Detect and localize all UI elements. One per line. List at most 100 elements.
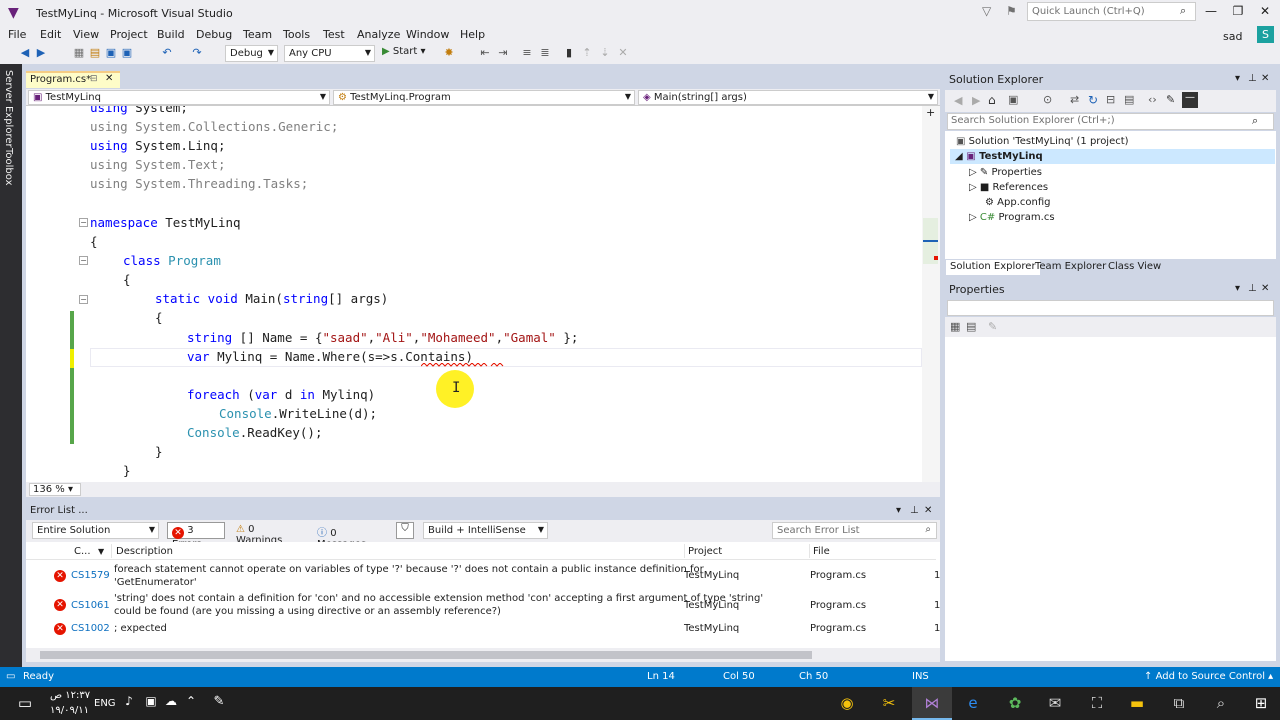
wrench-icon[interactable]: ✎ xyxy=(1166,93,1175,106)
quick-launch-input[interactable]: Quick Launch (Ctrl+Q) xyxy=(1027,2,1196,21)
search-icon[interactable]: ⌕ xyxy=(1252,114,1258,128)
outdent-icon[interactable]: ⇥ xyxy=(496,46,510,59)
forward-icon[interactable]: ▶ xyxy=(972,94,980,107)
save-icon[interactable]: ▣ xyxy=(104,46,118,59)
server-explorer-tab[interactable]: Server Explorer xyxy=(3,70,14,148)
platform-dropdown[interactable]: Any CPU ▼ xyxy=(284,45,375,62)
chevron-down-icon[interactable]: ▾ xyxy=(896,505,901,516)
forward-icon[interactable]: ▶ xyxy=(34,46,48,59)
show-hidden-icons-icon[interactable]: ⌃ xyxy=(180,694,202,708)
wrench-icon[interactable]: ✎ xyxy=(988,320,997,333)
comment-icon[interactable]: ≡ xyxy=(520,46,534,59)
file-explorer-icon[interactable]: ▬ xyxy=(1126,694,1148,712)
tree-item-properties[interactable]: ▷ ✎ Properties xyxy=(969,167,1042,178)
table-row[interactable]: ✕ CS1579 foreach statement cannot operat… xyxy=(26,563,940,589)
tree-item-references[interactable]: ▷ ■ References xyxy=(969,182,1048,193)
menu-project[interactable]: Project xyxy=(110,28,148,41)
search-icon[interactable]: ⌕ xyxy=(1180,4,1186,18)
table-row[interactable]: ✕ CS1002 ; expected TestMyLinq Program.c… xyxy=(26,620,940,638)
notification-center-icon[interactable]: ▭ xyxy=(14,694,36,712)
column-description[interactable]: Description xyxy=(116,546,173,557)
sync-icon[interactable]: ⇄ xyxy=(1070,93,1079,106)
menu-analyze[interactable]: Analyze xyxy=(357,28,400,41)
menu-file[interactable]: File xyxy=(8,28,26,41)
errors-filter-button[interactable]: ✕ 3 Errors xyxy=(167,522,225,550)
new-project-icon[interactable]: ▦ xyxy=(72,46,86,59)
preview-icon[interactable]: — xyxy=(1182,92,1198,108)
tab-solution-explorer[interactable]: Solution Explorer xyxy=(946,260,1040,275)
close-icon[interactable]: ✕ xyxy=(105,73,113,84)
user-name[interactable]: sad xyxy=(1223,30,1242,43)
tab-program-cs[interactable]: Program.cs* ⊟ ✕ xyxy=(26,71,120,88)
build-source-dropdown[interactable]: Build + IntelliSense ▼ xyxy=(423,522,548,539)
redo-icon[interactable]: ↷ xyxy=(190,46,204,59)
error-scope-dropdown[interactable]: Entire Solution ▼ xyxy=(32,522,159,539)
split-icon[interactable]: + xyxy=(926,106,935,119)
toolbox-tab[interactable]: Toolbox xyxy=(3,148,14,186)
error-code-link[interactable]: CS1002 xyxy=(71,623,110,634)
browser-link-icon[interactable]: ✸ xyxy=(442,46,456,59)
pin-icon[interactable]: ⊥ xyxy=(1248,73,1257,84)
visual-studio-icon[interactable]: ⋈ xyxy=(921,694,943,712)
back-icon[interactable]: ◀ xyxy=(954,94,962,107)
undo-icon[interactable]: ↶ xyxy=(160,46,174,59)
warnings-filter-button[interactable]: ⚠ 0 Warnings xyxy=(232,522,308,546)
column-file[interactable]: File xyxy=(813,546,830,557)
column-project[interactable]: Project xyxy=(688,546,722,557)
menu-view[interactable]: View xyxy=(73,28,99,41)
refresh-icon[interactable]: ↻ xyxy=(1088,93,1098,107)
scrollbar-thumb[interactable] xyxy=(40,651,812,659)
pen-icon[interactable]: ✎ xyxy=(208,694,230,709)
taskbar-time[interactable]: ١٢:٣٧ ص xyxy=(50,690,90,701)
chrome-icon[interactable]: ◉ xyxy=(836,694,858,712)
start-debugging-button[interactable]: ▶ Start ▾ xyxy=(382,46,426,57)
class-nav-dropdown[interactable]: ⚙ TestMyLinq.Program ▼ xyxy=(333,90,635,105)
collapse-all-icon[interactable]: ⊟ xyxy=(1106,93,1115,106)
error-code-link[interactable]: CS1579 xyxy=(71,570,110,581)
menu-test[interactable]: Test xyxy=(323,28,345,41)
source-control-button[interactable]: ↑ Add to Source Control ▴ xyxy=(1144,671,1273,682)
editor-horizontal-scrollbar[interactable] xyxy=(26,482,940,497)
menu-tools[interactable]: Tools xyxy=(283,28,310,41)
taskbar-language[interactable]: ENG xyxy=(94,698,116,709)
tree-item-solution[interactable]: ▣ Solution 'TestMyLinq' (1 project) xyxy=(956,136,1129,147)
chevron-down-icon[interactable]: ▾ xyxy=(1235,73,1240,84)
member-nav-dropdown[interactable]: ◈ Main(string[] args) ▼ xyxy=(638,90,938,105)
pin-icon[interactable]: ⊥ xyxy=(910,505,919,516)
error-code-link[interactable]: CS1061 xyxy=(71,600,110,611)
clear-bookmarks-icon[interactable]: ✕ xyxy=(616,46,630,59)
configuration-dropdown[interactable]: Debug ▼ xyxy=(225,45,278,62)
save-all-icon[interactable]: ▣ xyxy=(120,46,134,59)
menu-team[interactable]: Team xyxy=(243,28,272,41)
menu-edit[interactable]: Edit xyxy=(40,28,61,41)
categorized-icon[interactable]: ▦ xyxy=(950,320,960,333)
start-windows-icon[interactable]: ⊞ xyxy=(1250,694,1272,712)
tab-class-view[interactable]: Class View xyxy=(1104,260,1165,275)
project-nav-dropdown[interactable]: ▣ TestMyLinq ▼ xyxy=(28,90,330,105)
view-code-icon[interactable]: ‹› xyxy=(1148,93,1157,106)
indent-icon[interactable]: ⇤ xyxy=(478,46,492,59)
cloud-icon[interactable]: ☁ xyxy=(160,694,182,708)
pending-changes-icon[interactable]: ⊙ xyxy=(1043,93,1052,106)
menu-help[interactable]: Help xyxy=(460,28,485,41)
store-icon[interactable]: ⛶ xyxy=(1086,694,1108,712)
filter-icon[interactable]: ▽ xyxy=(982,4,991,18)
chevron-down-icon[interactable]: ▾ xyxy=(1235,283,1240,294)
close-icon[interactable]: ✕ xyxy=(1261,283,1269,294)
collapse-namespace-icon[interactable]: − xyxy=(79,218,88,227)
menu-build[interactable]: Build xyxy=(157,28,185,41)
collapse-method-icon[interactable]: − xyxy=(79,295,88,304)
task-view-icon[interactable]: ⧉ xyxy=(1168,694,1190,712)
avatar[interactable]: S xyxy=(1257,26,1274,43)
close-window-button[interactable]: ✕ xyxy=(1254,4,1276,20)
bookmark-icon[interactable]: ▮ xyxy=(562,46,576,59)
solution-search-input[interactable]: Search Solution Explorer (Ctrl+;) xyxy=(947,113,1274,130)
mail-icon[interactable]: ✉ xyxy=(1044,694,1066,712)
minimize-button[interactable]: — xyxy=(1200,4,1222,20)
zoom-dropdown[interactable]: 136 % ▾ xyxy=(29,483,81,496)
taskbar-date[interactable]: ١٩/٠٩/١١ xyxy=(50,705,89,716)
code-editor[interactable]: − − − using System; using System.Collect… xyxy=(26,106,940,482)
volume-icon[interactable]: ♪ xyxy=(118,694,140,708)
search-icon[interactable]: ⌕ xyxy=(1210,694,1232,712)
column-code[interactable]: C... xyxy=(74,546,91,557)
